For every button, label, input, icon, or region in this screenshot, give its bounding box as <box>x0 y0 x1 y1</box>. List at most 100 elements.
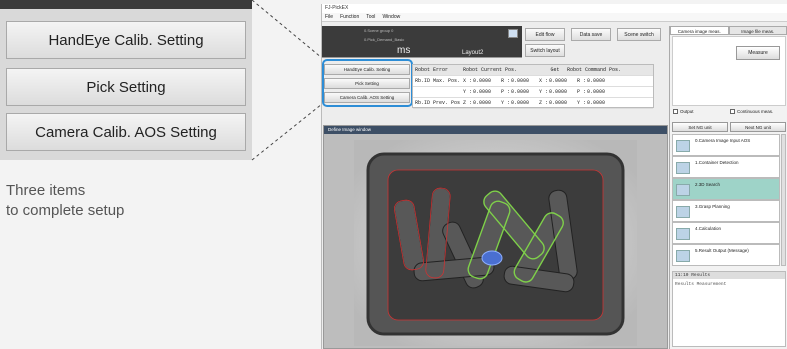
checkbox-box <box>673 109 678 114</box>
console-header: 11:10 Results <box>673 272 785 279</box>
header-divider <box>322 57 522 58</box>
image-panel-title: Define Image window <box>324 126 667 134</box>
table-cell: 0.0000 <box>473 89 492 95</box>
stage: HandEye Calib. Setting Pick Setting Came… <box>0 0 787 349</box>
menu-file[interactable]: File <box>325 13 333 21</box>
menu-tool[interactable]: Tool <box>366 13 375 21</box>
processing-flow-list: 0.Camera Image Input AOS 1.Container Det… <box>672 134 780 266</box>
table-cell: 0.0000 <box>549 89 568 95</box>
table-header-cell: Robot Error <box>415 67 449 73</box>
scene-switch-button[interactable]: Scene switch <box>617 28 661 41</box>
measure-button[interactable]: Measure <box>736 46 780 60</box>
table-cell: 0.0000 <box>511 78 530 84</box>
table-cell: 0.0000 <box>587 89 606 95</box>
table-cell: X : <box>539 78 547 84</box>
scene-group-label: 0.Scene group 0 <box>364 28 394 33</box>
table-cell: 0.0000 <box>549 100 568 106</box>
right-panel: Camera image meas. Image file meas. Meas… <box>669 26 787 349</box>
table-cell: Y : <box>539 89 547 95</box>
table-cell: 0.0000 <box>473 78 492 84</box>
checkbox-box <box>730 109 735 114</box>
scene-label: 0.Pick_Demand_Basic <box>364 37 405 42</box>
table-header-cell <box>525 65 543 75</box>
monitor-icon[interactable] <box>508 29 518 38</box>
continuous-meas-checkbox[interactable]: Continuous meas. <box>730 109 773 114</box>
table-cell: Y : <box>501 100 509 106</box>
table-cell: 0.0000 <box>587 78 606 84</box>
window-title: FJ-PickEX <box>322 4 787 13</box>
handeye-calib-setting-button[interactable]: HandEye Calib. Setting <box>6 21 246 59</box>
table-row: Rb.ID Prev. Pos. Z : 0.0000 Y : 0.0000 Z… <box>413 98 653 109</box>
image-display-panel: Define Image window <box>323 125 668 349</box>
next-ng-unit-button[interactable]: Next NG unit <box>730 122 786 132</box>
results-console: 11:10 Results Results Measurement <box>672 271 786 347</box>
grasp-icon <box>676 206 690 218</box>
table-cell: R : <box>501 78 509 84</box>
table-row: Rb.ID Max. Pos. X : 0.0000 R : 0.0000 X … <box>413 76 653 87</box>
table-header-row: Robot Error Robot Current Pos. Get Robot… <box>413 65 653 76</box>
flow-item-label: 5.Result Output (Message) <box>695 248 749 253</box>
flow-item-label: 1.Container Detection <box>695 160 739 165</box>
table-cell: P : <box>577 89 585 95</box>
table-cell <box>413 87 461 97</box>
table-header-cell: Robot Command Pos. <box>567 67 622 73</box>
flow-item-label: 3.Grasp Planning <box>695 204 730 209</box>
table-cell: X : <box>463 78 471 84</box>
flow-item[interactable]: 5.Result Output (Message) <box>672 244 780 266</box>
callout-top-bar <box>0 0 252 9</box>
pick-setting-button[interactable]: Pick Setting <box>6 68 246 106</box>
bin-picking-image <box>354 140 637 346</box>
table-cell: 0.0000 <box>511 100 530 106</box>
flow-item[interactable]: 0.Camera Image Input AOS <box>672 134 780 156</box>
flow-item[interactable]: 1.Container Detection <box>672 156 780 178</box>
output-label: Output <box>680 109 694 114</box>
menu-bar: File Function Tool Window <box>322 13 787 22</box>
caption-line-1: Three items <box>6 182 86 199</box>
flow-item-selected[interactable]: 2.3D Search <box>672 178 780 200</box>
tab-image-file-meas[interactable]: Image file meas. <box>728 26 787 35</box>
output-checkbox[interactable]: Output <box>673 109 694 114</box>
output-icon <box>676 250 690 262</box>
table-cell: P : <box>501 89 509 95</box>
edit-flow-button[interactable]: Edit flow <box>525 28 565 41</box>
data-save-button[interactable]: Data save <box>571 28 611 41</box>
table-cell: Z : <box>539 100 547 106</box>
flow-item[interactable]: 4.Calculation <box>672 222 780 244</box>
scene-header: 0.Scene group 0 0.Pick_Demand_Basic ms L… <box>322 26 522 58</box>
search-icon <box>676 184 690 196</box>
table-cell: R : <box>577 78 585 84</box>
get-button[interactable]: Get <box>543 65 565 75</box>
flow-item[interactable]: 3.Grasp Planning <box>672 200 780 222</box>
zoom-callout: HandEye Calib. Setting Pick Setting Came… <box>0 0 252 160</box>
app-window: FJ-PickEX File Function Tool Window 0.Sc… <box>321 4 787 349</box>
table-cell: Y : <box>577 100 585 106</box>
table-cell: 0.0000 <box>473 100 492 106</box>
table-cell: 0.0000 <box>549 78 568 84</box>
camera-icon <box>676 140 690 152</box>
table-row: Y : 0.0000 P : 0.0000 Y : 0.0000 P : 0.0… <box>413 87 653 98</box>
table-cell: Rb.ID Max. Pos. <box>415 78 461 84</box>
tab-camera-image-meas[interactable]: Camera image meas. <box>670 26 729 35</box>
highlight-box <box>322 59 413 107</box>
menu-window[interactable]: Window <box>382 13 400 21</box>
brand-label: ms <box>397 45 411 56</box>
flow-nav: Set NG unit Next NG unit <box>672 122 786 132</box>
set-ng-unit-button[interactable]: Set NG unit <box>672 122 728 132</box>
table-header-cell: Robot Current Pos. <box>463 67 518 73</box>
layout-label: Layout2 <box>462 50 484 56</box>
camera-image[interactable] <box>354 140 637 346</box>
menu-function[interactable]: Function <box>340 13 359 21</box>
caption: Three items to complete setup <box>6 181 124 221</box>
table-cell: Z : <box>463 100 471 106</box>
table-cell: 0.0000 <box>511 89 530 95</box>
switch-layout-button[interactable]: Switch layout <box>525 44 565 57</box>
flow-item-label: 2.3D Search <box>695 182 721 187</box>
flow-item-label: 0.Camera Image Input AOS <box>695 138 751 143</box>
flow-scrollbar[interactable] <box>781 134 786 266</box>
table-cell: 0.0000 <box>587 100 606 106</box>
table-cell: Y : <box>463 89 471 95</box>
table-cell: Rb.ID Prev. Pos. <box>415 100 461 106</box>
robot-position-table: Robot Error Robot Current Pos. Get Robot… <box>412 64 654 109</box>
camera-calib-aos-setting-button[interactable]: Camera Calib. AOS Setting <box>6 113 246 151</box>
calculator-icon <box>676 228 690 240</box>
